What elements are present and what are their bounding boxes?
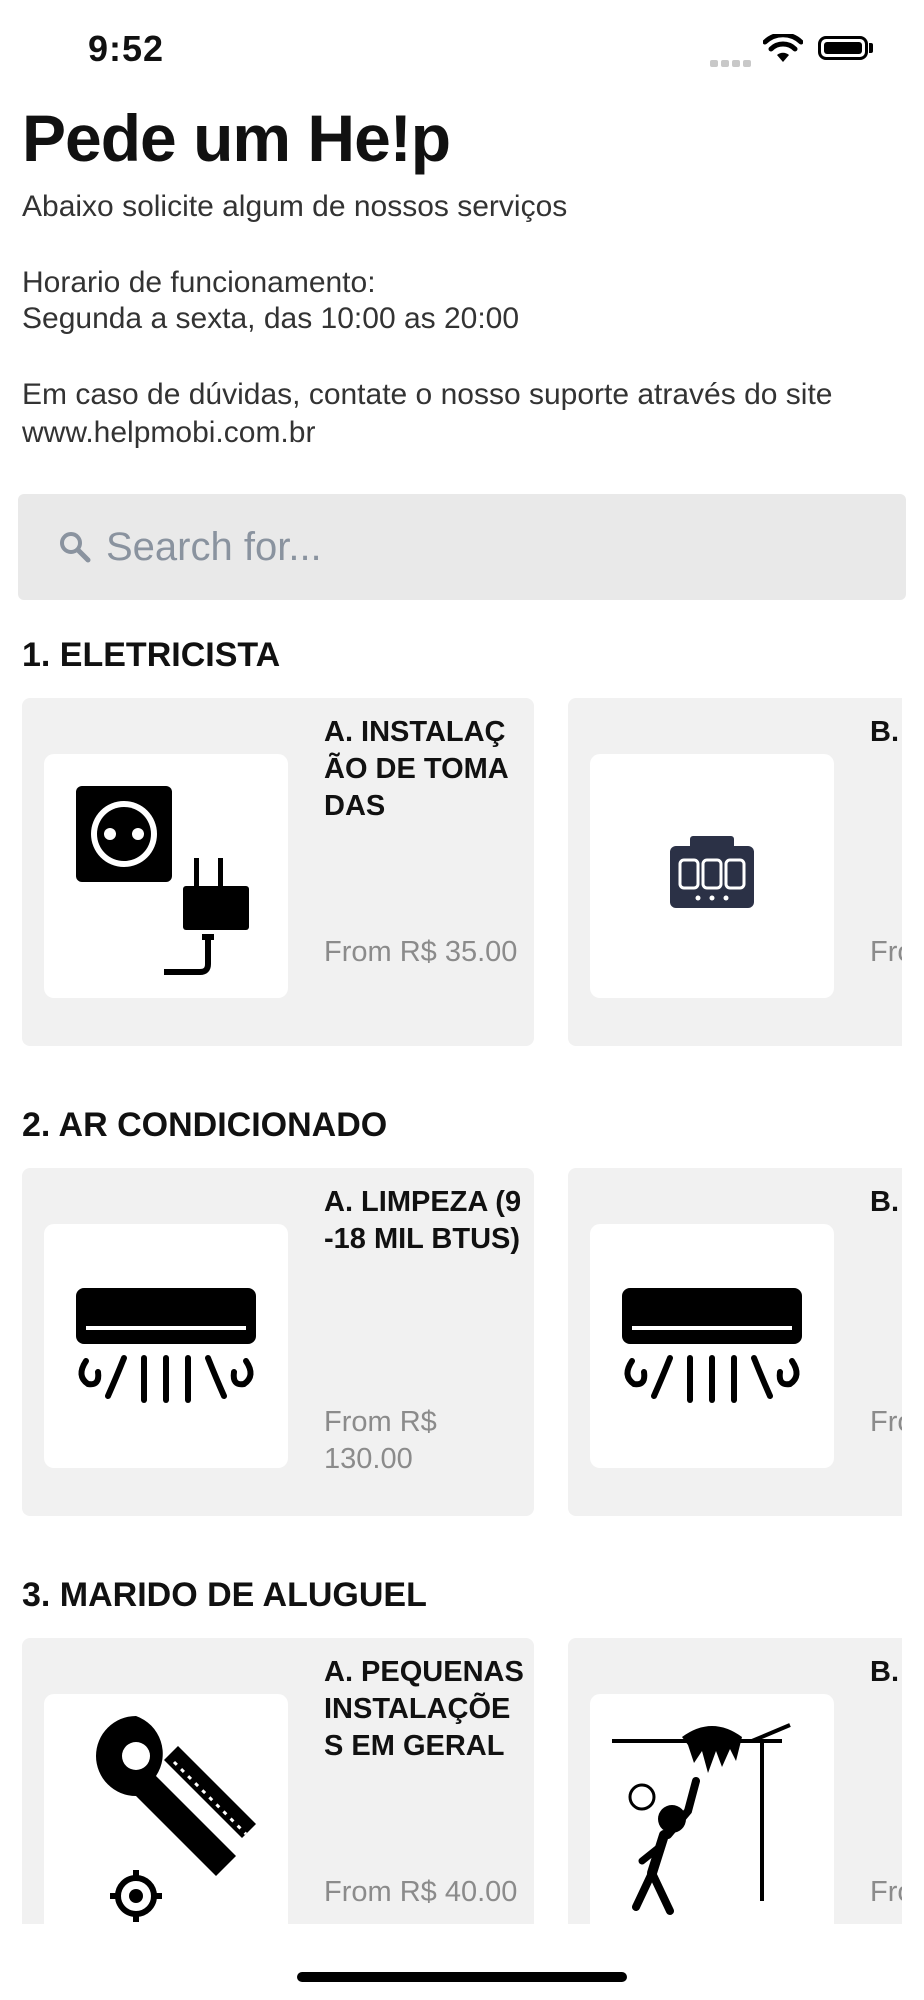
service-price: From R$ 35.00 (324, 936, 518, 968)
service-image (590, 754, 834, 998)
wrench-gear-icon (96, 1716, 256, 1922)
service-price: Fro 18 (870, 1406, 902, 1438)
air-conditioner-icon (76, 1288, 256, 1403)
section-title-ar-condicionado: 2. AR CONDICIONADO (22, 1106, 388, 1144)
service-card[interactable]: A. INSTALAÇÃO DE TOMADAS From R$ 35.00 (22, 698, 534, 1046)
service-price: Fro 50 (870, 936, 902, 968)
service-image (590, 1224, 834, 1468)
service-image (44, 1224, 288, 1468)
service-price: From R$ 130.00 (324, 1406, 437, 1475)
service-name: B. GO (870, 1656, 902, 1688)
service-name: B. ( 2 MI (870, 1186, 902, 1218)
service-image (44, 754, 288, 998)
service-price: Fro 40 (870, 1876, 902, 1908)
service-name: A. PEQUENAS INSTALAÇÕES EM GERAL (324, 1656, 524, 1762)
service-image (44, 1694, 288, 1924)
service-price: From R$ 40.00 (324, 1876, 518, 1908)
services-list[interactable]: 1. ELETRICISTA A. INSTALAÇÃO DE TOMADAS … (0, 0, 902, 1924)
home-indicator[interactable] (297, 1972, 627, 1982)
service-card[interactable]: B. GO Fro 40 (568, 1638, 902, 1924)
breaker-icon (670, 836, 754, 908)
service-card[interactable]: A. LIMPEZA (9-18 MIL BTUS) From R$ 130.0… (22, 1168, 534, 1516)
socket-plug-icon (76, 786, 249, 975)
service-image (590, 1694, 834, 1924)
service-card[interactable]: A. PEQUENAS INSTALAÇÕES EM GERAL From R$… (22, 1638, 534, 1924)
service-card[interactable]: B. ( 2 MI Fro 18 (568, 1168, 902, 1516)
service-name: B. DI TR RE (870, 716, 902, 748)
section-title-eletricista: 1. ELETRICISTA (22, 636, 281, 674)
air-conditioner-icon (622, 1288, 802, 1403)
section-title-marido-de-aluguel: 3. MARIDO DE ALUGUEL (22, 1576, 427, 1614)
service-card[interactable]: B. DI TR RE Fro 50 (568, 698, 902, 1046)
ceiling-leak-icon (612, 1723, 791, 1915)
service-name: A. INSTALAÇÃO DE TOMADAS (324, 716, 509, 822)
service-name: A. LIMPEZA (9-18 MIL BTUS) (324, 1186, 522, 1255)
